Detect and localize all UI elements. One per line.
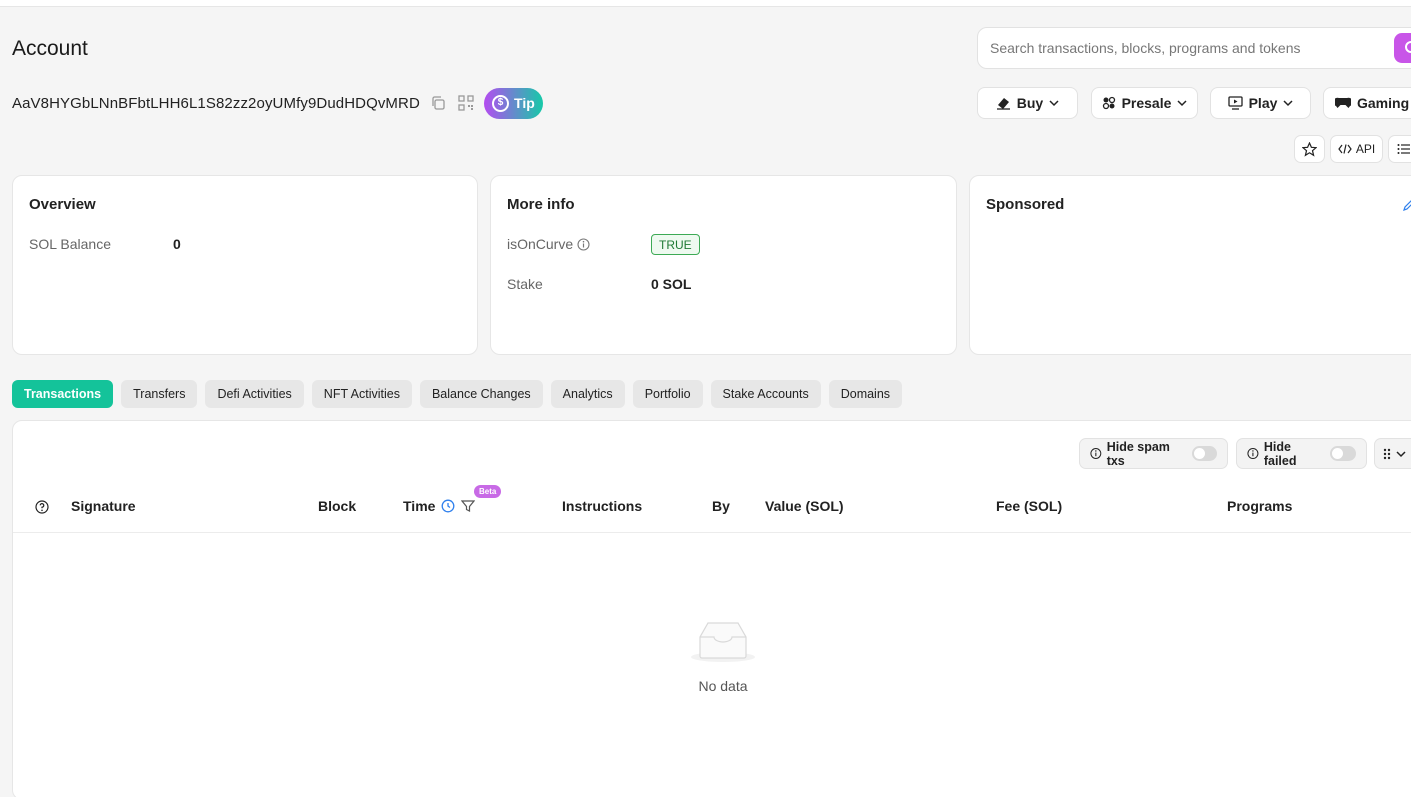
tab-nft-activities[interactable]: NFT Activities bbox=[311, 380, 412, 408]
tab-analytics[interactable]: Analytics bbox=[550, 380, 625, 408]
column-instructions: Instructions bbox=[562, 498, 643, 514]
tab-portfolio[interactable]: Portfolio bbox=[632, 380, 703, 408]
presale-label: Presale bbox=[1121, 95, 1172, 111]
presale-icon bbox=[1102, 96, 1115, 110]
play-label: Play bbox=[1248, 95, 1278, 111]
transactions-panel: Hide spam txs Hide failed Signature Bloc… bbox=[12, 420, 1411, 797]
chevron-down-icon bbox=[1283, 100, 1293, 107]
tab-stake-accounts[interactable]: Stake Accounts bbox=[710, 380, 821, 408]
stake-value: 0 SOL bbox=[651, 276, 692, 292]
hide-failed-toggle[interactable]: Hide failed bbox=[1236, 438, 1367, 469]
favorite-button[interactable] bbox=[1294, 135, 1325, 163]
api-label: API bbox=[1355, 142, 1376, 156]
column-programs: Programs bbox=[1227, 498, 1293, 514]
info-icon bbox=[1090, 448, 1102, 459]
filter-icon[interactable] bbox=[461, 499, 476, 513]
column-value: Value (SOL) bbox=[765, 498, 844, 514]
info-icon[interactable] bbox=[577, 237, 590, 251]
buy-icon bbox=[996, 98, 1010, 110]
tab-domains[interactable]: Domains bbox=[828, 380, 903, 408]
column-settings-button[interactable] bbox=[1374, 438, 1411, 469]
presale-dropdown[interactable]: Presale bbox=[1091, 87, 1198, 119]
hide-spam-label: Hide spam txs bbox=[1106, 439, 1170, 468]
sol-balance-label: SOL Balance bbox=[29, 236, 111, 252]
overview-card: Overview SOL Balance 0 bbox=[12, 175, 478, 355]
sponsored-card: Sponsored bbox=[969, 175, 1411, 355]
is-on-curve-label: isOnCurve bbox=[507, 236, 590, 252]
search-box[interactable] bbox=[977, 27, 1411, 69]
gamepad-icon bbox=[1335, 97, 1351, 108]
help-circle-icon[interactable] bbox=[35, 500, 49, 514]
tip-button[interactable]: $ Tip bbox=[483, 87, 543, 119]
chevron-down-icon bbox=[1049, 100, 1059, 107]
list-view-button[interactable] bbox=[1388, 135, 1411, 163]
top-border bbox=[0, 0, 1411, 7]
qr-code-icon[interactable] bbox=[456, 93, 476, 113]
column-fee: Fee (SOL) bbox=[996, 498, 1063, 514]
is-on-curve-badge: TRUE bbox=[651, 234, 700, 255]
more-info-card: More info isOnCurve TRUE Stake 0 SOL bbox=[490, 175, 957, 355]
more-info-title: More info bbox=[507, 196, 575, 213]
play-dropdown[interactable]: Play bbox=[1210, 87, 1311, 119]
edit-icon[interactable] bbox=[1402, 198, 1411, 212]
tab-bar: Transactions Transfers Defi Activities N… bbox=[12, 380, 903, 408]
search-button[interactable] bbox=[1394, 33, 1411, 63]
account-address: AaV8HYGbLNnBFbtLHH6L1S82zz2oyUMfy9DudHDQ… bbox=[12, 94, 420, 112]
clock-icon[interactable] bbox=[441, 499, 455, 513]
overview-title: Overview bbox=[29, 196, 96, 213]
column-block: Block bbox=[318, 498, 357, 514]
beta-badge: Beta bbox=[474, 485, 502, 498]
empty-state: No data bbox=[653, 619, 793, 694]
code-icon bbox=[1338, 144, 1352, 154]
column-time: Time bbox=[403, 498, 476, 514]
sol-balance-value: 0 bbox=[173, 236, 181, 252]
chevron-down-icon bbox=[1396, 450, 1406, 457]
chevron-down-icon bbox=[1177, 100, 1187, 107]
tab-defi-activities[interactable]: Defi Activities bbox=[205, 380, 304, 408]
tip-label: Tip bbox=[514, 95, 535, 111]
tab-transfers[interactable]: Transfers bbox=[121, 380, 198, 408]
api-button[interactable]: API bbox=[1330, 135, 1383, 163]
page-title: Account bbox=[12, 37, 88, 60]
hide-failed-switch[interactable] bbox=[1330, 446, 1356, 461]
empty-text: No data bbox=[698, 678, 748, 694]
dollar-coin-icon: $ bbox=[492, 94, 510, 112]
buy-label: Buy bbox=[1016, 95, 1044, 111]
copy-icon[interactable] bbox=[428, 93, 448, 113]
hide-spam-toggle[interactable]: Hide spam txs bbox=[1079, 438, 1228, 469]
search-input[interactable] bbox=[990, 40, 1390, 56]
monitor-play-icon bbox=[1227, 96, 1243, 110]
info-icon bbox=[1247, 447, 1259, 460]
sponsored-title: Sponsored bbox=[986, 196, 1065, 213]
empty-inbox-icon bbox=[691, 622, 755, 662]
list-icon bbox=[1397, 144, 1410, 154]
table-header: Signature Block Time Beta Instructions B… bbox=[13, 481, 1411, 533]
hide-failed-label: Hide failed bbox=[1263, 439, 1297, 468]
tab-balance-changes[interactable]: Balance Changes bbox=[419, 380, 543, 408]
buy-dropdown[interactable]: Buy bbox=[977, 87, 1078, 119]
tab-transactions[interactable]: Transactions bbox=[12, 380, 114, 408]
gaming-label: Gaming bbox=[1357, 95, 1410, 111]
column-by: By bbox=[712, 498, 730, 514]
address-row: AaV8HYGbLNnBFbtLHH6L1S82zz2oyUMfy9DudHDQ… bbox=[12, 87, 543, 119]
search-icon bbox=[1405, 41, 1411, 53]
gaming-dropdown[interactable]: Gaming bbox=[1323, 87, 1411, 119]
stake-label: Stake bbox=[507, 276, 543, 292]
star-icon bbox=[1302, 141, 1317, 157]
hide-spam-switch[interactable] bbox=[1191, 446, 1217, 461]
column-signature: Signature bbox=[71, 498, 136, 514]
drag-handle-icon bbox=[1383, 448, 1391, 459]
